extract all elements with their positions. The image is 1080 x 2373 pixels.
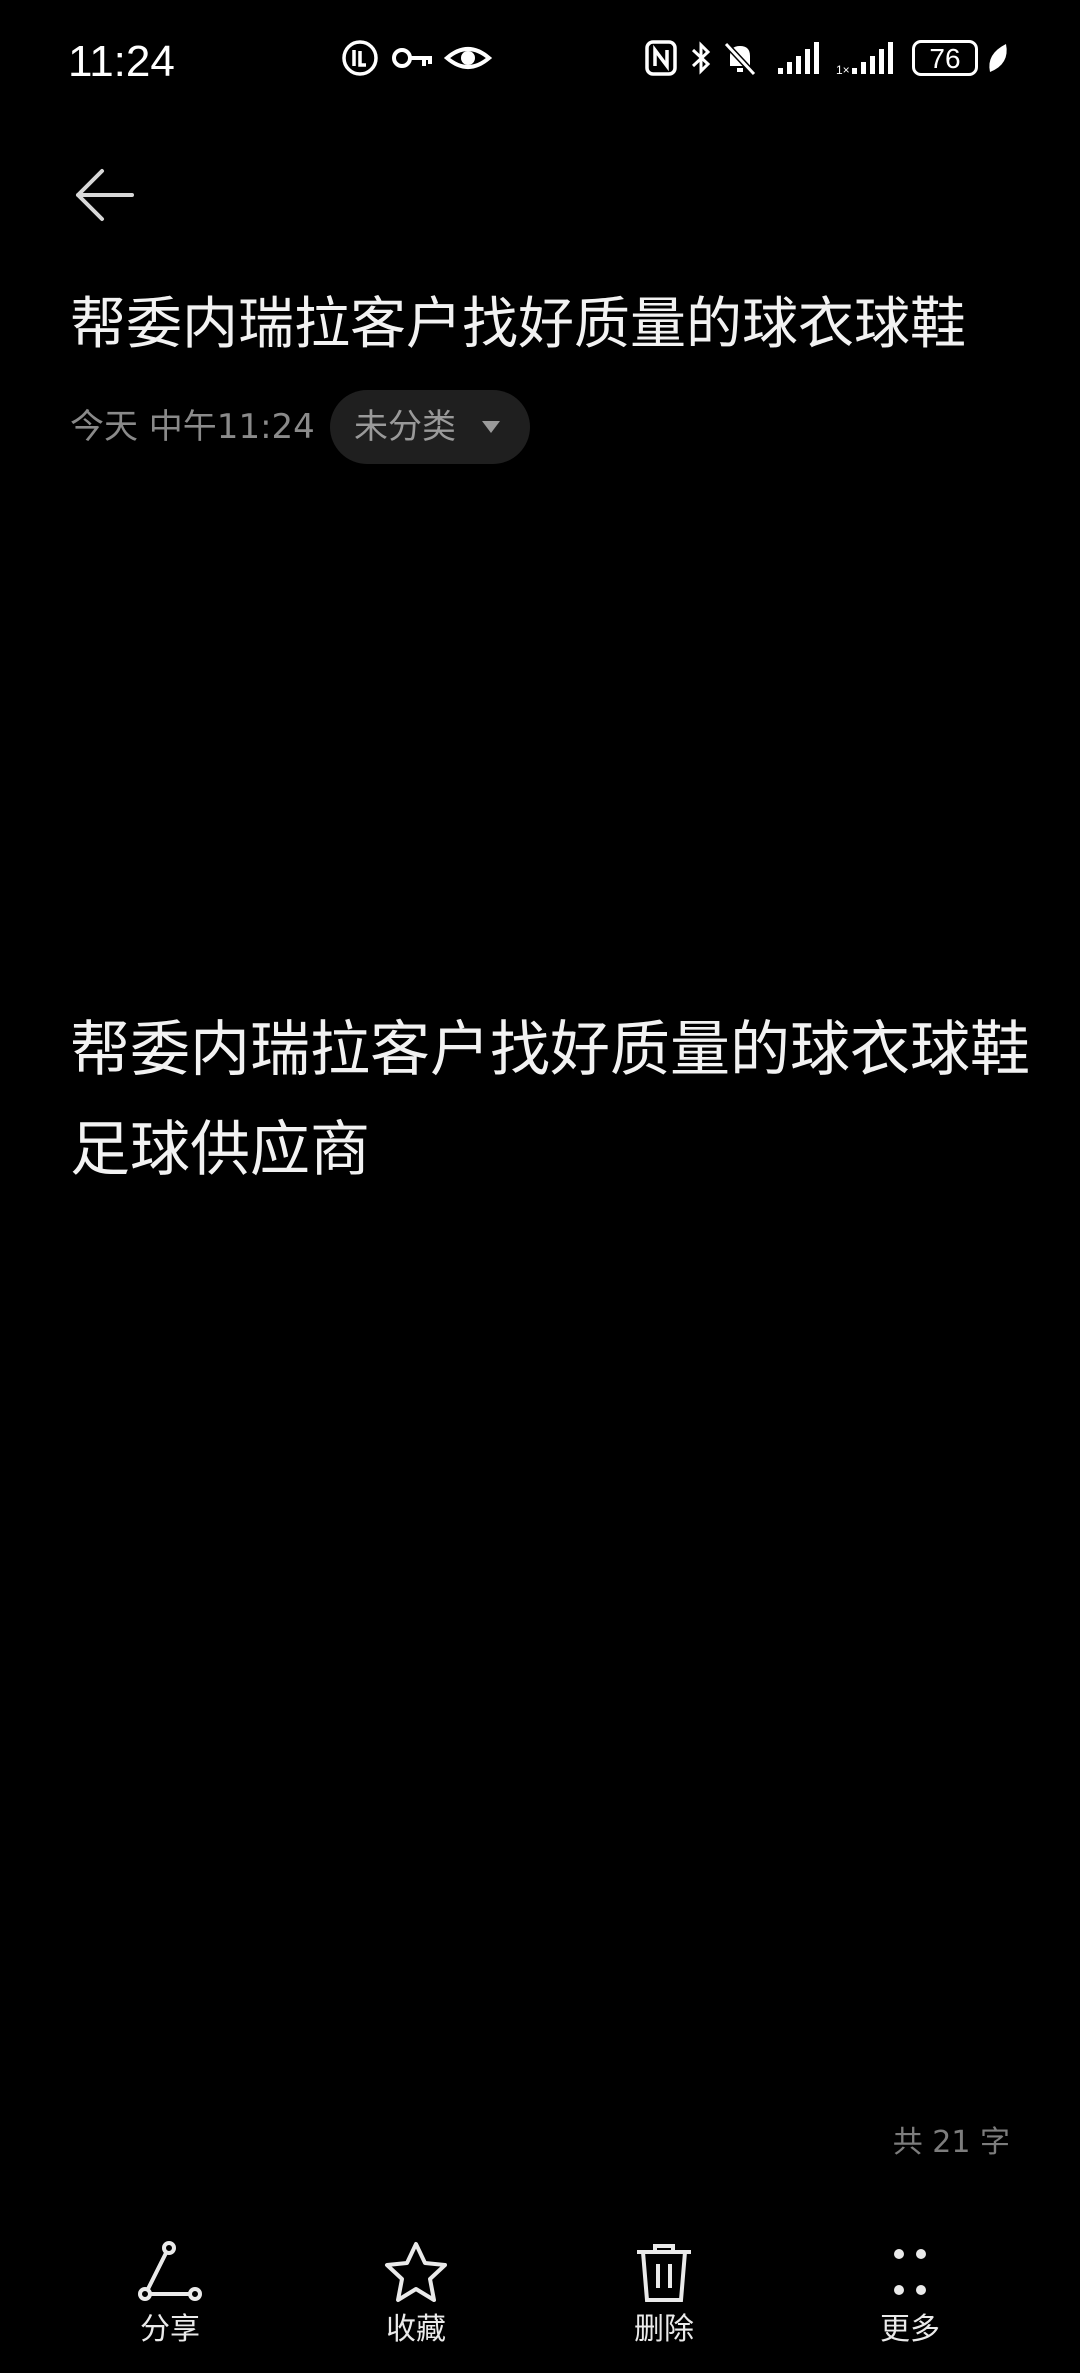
bell-off-icon (723, 41, 757, 77)
status-time: 11:24 (68, 37, 175, 86)
word-count: 共 21 字 (892, 2125, 1010, 2160)
more-button[interactable]: 更多 (830, 2240, 990, 2360)
caret-down-icon (482, 421, 500, 433)
star-icon (385, 2242, 447, 2302)
share-label: 分享 (140, 2312, 200, 2347)
nfc-icon (645, 40, 677, 76)
trash-icon (637, 2244, 691, 2302)
share-button[interactable]: 分享 (90, 2240, 250, 2360)
arrow-left-icon (76, 169, 134, 221)
category-dropdown[interactable]: 未分类 (330, 390, 530, 464)
favorite-button[interactable]: 收藏 (336, 2240, 496, 2360)
status-bar: 11:24 1× 76 (0, 0, 1080, 120)
eye-icon (444, 47, 492, 69)
note-date: 今天 中午11:24 (70, 407, 315, 447)
leaf-icon (989, 44, 1007, 72)
note-title[interactable]: 帮委内瑞拉客户找好质量的球衣球鞋 (70, 290, 966, 360)
signal-icon (778, 42, 819, 74)
note-body[interactable]: 帮委内瑞拉客户找好质量的球衣球鞋足球供应商 (70, 1000, 1030, 1200)
app-badge-icon (342, 40, 378, 76)
key-icon (392, 48, 432, 68)
more-icon (894, 2249, 926, 2295)
category-label: 未分类 (354, 407, 456, 447)
back-button[interactable] (70, 160, 140, 230)
delete-label: 删除 (634, 2312, 694, 2347)
favorite-label: 收藏 (386, 2312, 446, 2347)
battery-level: 76 (929, 43, 961, 74)
signal-icon: 1× (836, 42, 893, 77)
svg-text:1×: 1× (836, 63, 850, 77)
battery-icon: 76 (912, 40, 978, 76)
bottom-toolbar: 分享 收藏 删除 更多 (0, 2220, 1080, 2373)
bluetooth-icon (691, 41, 711, 75)
delete-button[interactable]: 删除 (584, 2240, 744, 2360)
more-label: 更多 (880, 2312, 940, 2347)
share-icon (138, 2241, 202, 2301)
